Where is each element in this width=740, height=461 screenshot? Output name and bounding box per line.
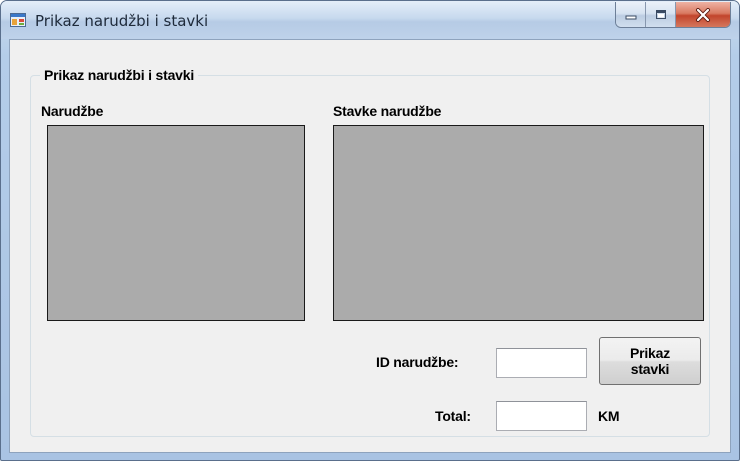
show-items-button[interactable]: Prikaz stavki [599,337,701,385]
total-input[interactable] [496,401,587,431]
title-bar[interactable]: Prikaz narudžbi i stavki [1,1,739,39]
total-label: Total: [435,408,471,424]
minimize-button[interactable] [616,2,646,27]
orders-grid[interactable] [47,125,305,321]
window-title: Prikaz narudžbi i stavki [35,12,209,30]
maximize-button[interactable] [646,2,676,27]
minimize-icon [625,15,636,19]
show-items-button-line1: Prikaz [629,345,671,361]
currency-unit-label: KM [598,408,620,424]
main-window: Prikaz narudžbi i stavki Prikaz narudžbi… [0,0,740,461]
order-id-input[interactable] [496,348,587,378]
order-id-label: ID narudžbe: [376,354,459,370]
app-form-icon [10,13,26,27]
form-client-area: Prikaz narudžbi i stavki Narudžbe Stavke… [9,39,731,453]
show-items-button-line2: stavki [630,361,670,377]
order-items-label: Stavke narudžbe [333,103,442,119]
groupbox-legend: Prikaz narudžbi i stavki [40,67,199,83]
caption-buttons [615,2,731,28]
maximize-icon [655,10,666,19]
orders-label: Narudžbe [41,103,104,119]
close-icon [696,7,710,22]
order-items-grid[interactable] [333,125,704,321]
close-button[interactable] [676,2,730,27]
